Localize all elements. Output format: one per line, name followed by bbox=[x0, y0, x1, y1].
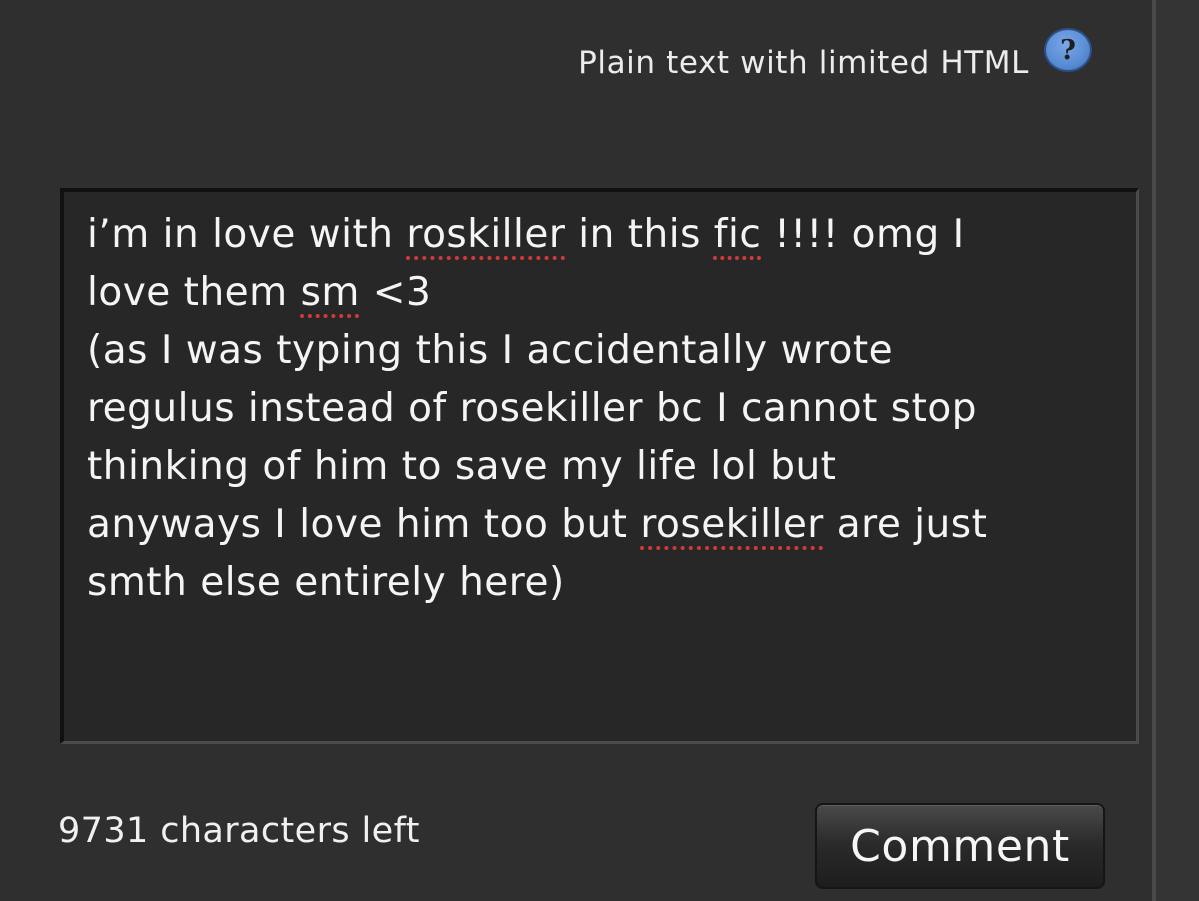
misspelled-word: sm bbox=[300, 270, 360, 315]
question-mark-icon: ? bbox=[1060, 34, 1076, 66]
comment-button[interactable]: Comment bbox=[815, 803, 1105, 889]
comment-text-segment: i’m in love with bbox=[87, 212, 407, 257]
comment-form: Plain text with limited HTML ? i’m in lo… bbox=[0, 0, 1199, 901]
help-button[interactable]: ? bbox=[1044, 28, 1092, 72]
comment-text: i’m in love with roskiller in this fic !… bbox=[87, 206, 1118, 612]
misspelled-word: roskiller bbox=[406, 212, 566, 257]
right-margin bbox=[1156, 0, 1199, 901]
characters-left-counter: 9731 characters left bbox=[58, 811, 420, 851]
misspelled-word: fic bbox=[713, 212, 762, 257]
format-hint: Plain text with limited HTML bbox=[578, 45, 1029, 81]
misspelled-word: rosekiller bbox=[640, 502, 824, 547]
comment-text-segment: in this bbox=[565, 212, 714, 257]
comment-textarea[interactable]: i’m in love with roskiller in this fic !… bbox=[60, 188, 1139, 744]
